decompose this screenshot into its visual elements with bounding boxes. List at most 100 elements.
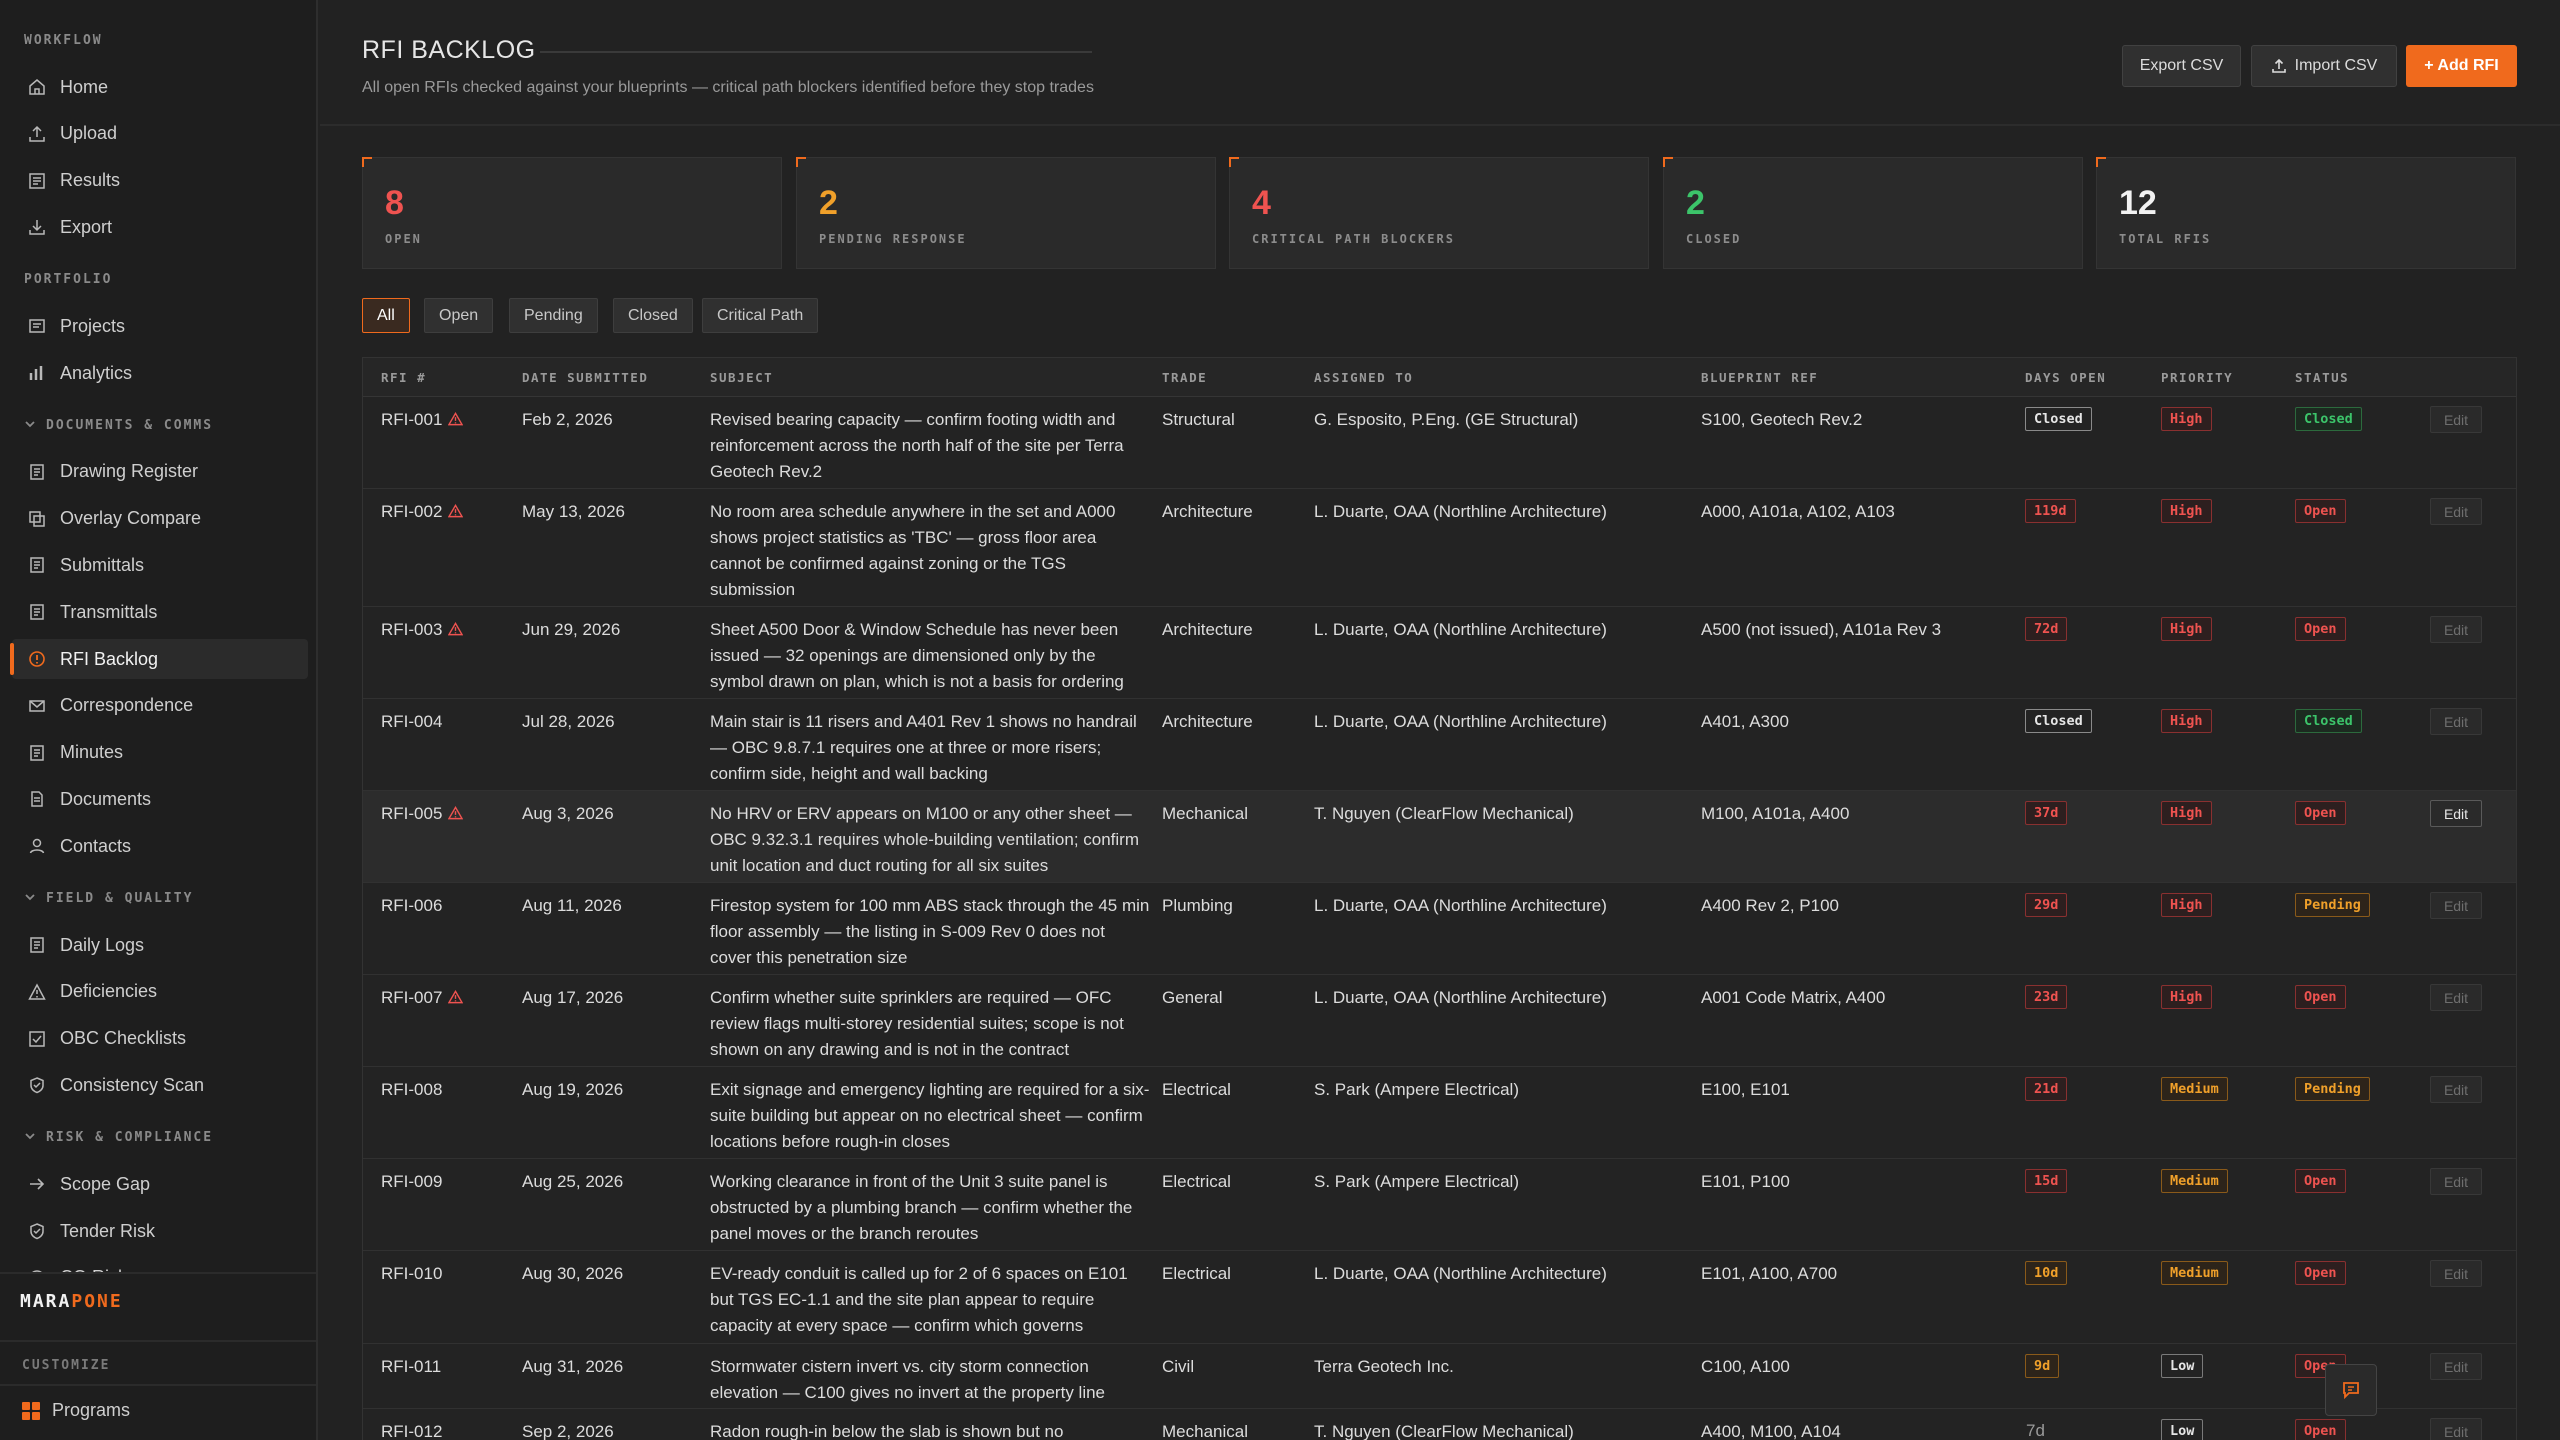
sidebar-item-upload[interactable]: Upload (12, 114, 308, 154)
sidebar-item-submittals[interactable]: Submittals (12, 545, 308, 585)
date-submitted: Aug 19, 2026 (522, 1080, 624, 1099)
column-header-rfi: RFI # (381, 370, 427, 385)
edit-button[interactable]: Edit (2430, 616, 2482, 643)
priority-badge: Medium (2161, 1077, 2228, 1101)
document-icon (28, 556, 46, 574)
edit-button[interactable]: Edit (2430, 498, 2482, 525)
column-header-subject: SUBJECT (710, 370, 774, 385)
sidebar-item-co-risk[interactable]: CO Risk (12, 1258, 308, 1272)
edit-button[interactable]: Edit (2430, 1260, 2482, 1287)
trade: Mechanical (1162, 1422, 1248, 1440)
table-row[interactable]: RFI-004 Jul 28, 2026 Main stair is 11 rise… (363, 699, 2516, 791)
sidebar-item-deficiencies[interactable]: Deficiencies (12, 972, 308, 1012)
rfi-id-cell: RFI-008 (381, 1077, 442, 1103)
edit-button[interactable]: Edit (2430, 984, 2482, 1011)
edit-button[interactable]: Edit (2430, 1076, 2482, 1103)
table-row[interactable]: RFI-012 Sep 2, 2026 Radon rough-in below t… (363, 1409, 2516, 1440)
mail-icon (28, 697, 46, 715)
sidebar-item-tender-risk[interactable]: Tender Risk (12, 1211, 308, 1251)
export-icon (28, 218, 46, 236)
table-row[interactable]: RFI-010 Aug 30, 2026 EV-ready conduit is c… (363, 1251, 2516, 1344)
sidebar-item-label: Correspondence (60, 695, 194, 716)
sidebar-section-field-quality[interactable]: FIELD & QUALITY (24, 891, 193, 906)
table-row[interactable]: RFI-005 Aug 3, 2026 No HRV or ERV appears … (363, 791, 2516, 883)
sidebar-item-export[interactable]: Export (12, 207, 308, 247)
table-row[interactable]: RFI-003 Jun 29, 2026 Sheet A500 Door & Win… (363, 607, 2516, 699)
trade: Structural (1162, 410, 1235, 429)
edit-button[interactable]: Edit (2430, 1168, 2482, 1195)
sidebar-section-risk-compliance[interactable]: RISK & COMPLIANCE (24, 1130, 213, 1145)
edit-button[interactable]: Edit (2430, 892, 2482, 919)
sidebar-item-correspondence[interactable]: Correspondence (12, 686, 308, 726)
sidebar-item-transmittals[interactable]: Transmittals (12, 592, 308, 632)
table-row[interactable]: RFI-009 Aug 25, 2026 Working clearance in … (363, 1159, 2516, 1251)
days-open-badge: 10d (2025, 1261, 2068, 1285)
table-row[interactable]: RFI-008 Aug 19, 2026 Exit signage and emer… (363, 1067, 2516, 1159)
export-csv-button[interactable]: Export CSV (2122, 45, 2241, 87)
sidebar-section-workflow: WORKFLOW (24, 33, 103, 48)
priority-badge: High (2161, 801, 2212, 825)
stat-label: TOTAL RFIS (2119, 232, 2212, 246)
sidebar-item-minutes[interactable]: Minutes (12, 733, 308, 773)
days-open-badge: 9d (2025, 1354, 2060, 1378)
edit-button[interactable]: Edit (2430, 1418, 2482, 1440)
sidebar-section-documents-comms[interactable]: DOCUMENTS & COMMS (24, 418, 213, 433)
blueprint-ref: E101, A100, A700 (1701, 1264, 1838, 1283)
rfi-table: RFI # DATE SUBMITTED SUBJECT TRADE ASSIGNED … (362, 357, 2517, 1440)
sidebar-item-contacts[interactable]: Contacts (12, 826, 308, 866)
sidebar-item-label: Analytics (60, 362, 133, 383)
shield-check-icon (28, 1076, 46, 1094)
assigned-to: Terra Geotech Inc. (1314, 1357, 1454, 1376)
table-row[interactable]: RFI-002 May 13, 2026 No room area schedule… (363, 489, 2516, 607)
rfi-id: RFI-002 (381, 502, 443, 521)
status-badge: Pending (2295, 1077, 2370, 1101)
priority-badge: Medium (2161, 1261, 2228, 1285)
page-subtitle: All open RFIs checked against your bluep… (362, 79, 1094, 96)
card-accent (362, 157, 372, 167)
section-title: FIELD & QUALITY (46, 891, 194, 906)
rfi-id-cell: RFI-004 (381, 709, 442, 735)
table-row[interactable]: RFI-001 Feb 2, 2026 Revised bearing capaci… (363, 397, 2516, 489)
filter-closed[interactable]: Closed (613, 298, 693, 333)
chat-button[interactable] (2325, 1364, 2377, 1416)
sidebar-item-analytics[interactable]: Analytics (12, 353, 308, 393)
edit-button[interactable]: Edit (2430, 708, 2482, 735)
filter-all[interactable]: All (362, 298, 410, 333)
sidebar-item-results[interactable]: Results (12, 161, 308, 201)
sidebar-item-label: Tender Risk (60, 1220, 156, 1241)
trade: Electrical (1162, 1264, 1231, 1283)
edit-button[interactable]: Edit (2430, 406, 2482, 433)
sidebar-item-rfi-backlog[interactable]: RFI Backlog (10, 639, 308, 679)
table-row[interactable]: RFI-006 Aug 11, 2026 Firestop system for 1… (363, 883, 2516, 975)
customize-heading: CUSTOMIZE (22, 1358, 111, 1373)
date-submitted: Feb 2, 2026 (522, 410, 613, 429)
programs-label: Programs (52, 1400, 131, 1420)
edit-button[interactable]: Edit (2430, 1353, 2482, 1380)
table-row[interactable]: RFI-007 Aug 17, 2026 Confirm whether suite… (363, 975, 2516, 1067)
warning-icon (448, 412, 464, 426)
sidebar-item-daily-logs[interactable]: Daily Logs (12, 925, 308, 965)
sidebar-item-consistency-scan[interactable]: Consistency Scan (12, 1065, 308, 1105)
sidebar-item-overlay-compare[interactable]: Overlay Compare (12, 499, 308, 539)
programs-link[interactable]: Programs (22, 1400, 130, 1421)
filter-open[interactable]: Open (424, 298, 494, 333)
home-icon (28, 78, 46, 96)
sidebar-item-obc-checklists[interactable]: OBC Checklists (12, 1019, 308, 1059)
sidebar-item-projects[interactable]: Projects (12, 306, 308, 346)
rfi-id: RFI-004 (381, 712, 443, 731)
date-submitted: May 13, 2026 (522, 502, 626, 521)
sidebar-item-home[interactable]: Home (12, 67, 308, 107)
edit-button[interactable]: Edit (2430, 800, 2482, 827)
sidebar-item-documents[interactable]: Documents (12, 779, 308, 819)
add-rfi-button[interactable]: + Add RFI (2406, 45, 2517, 87)
subject: Sheet A500 Door & Window Schedule has ne… (710, 620, 1124, 691)
sidebar-item-drawing-register[interactable]: Drawing Register (12, 452, 308, 492)
filter-critical-path[interactable]: Critical Path (702, 298, 819, 333)
sidebar-item-scope-gap[interactable]: Scope Gap (12, 1164, 308, 1204)
filter-pending[interactable]: Pending (509, 298, 598, 333)
import-csv-button[interactable]: Import CSV (2251, 45, 2397, 87)
add-rfi-label: + Add RFI (2424, 57, 2499, 74)
title-divider (540, 51, 1092, 53)
table-row[interactable]: RFI-011 Aug 31, 2026 Stormwater cistern in… (363, 1344, 2516, 1409)
sidebar-item-label: Overlay Compare (60, 508, 202, 529)
